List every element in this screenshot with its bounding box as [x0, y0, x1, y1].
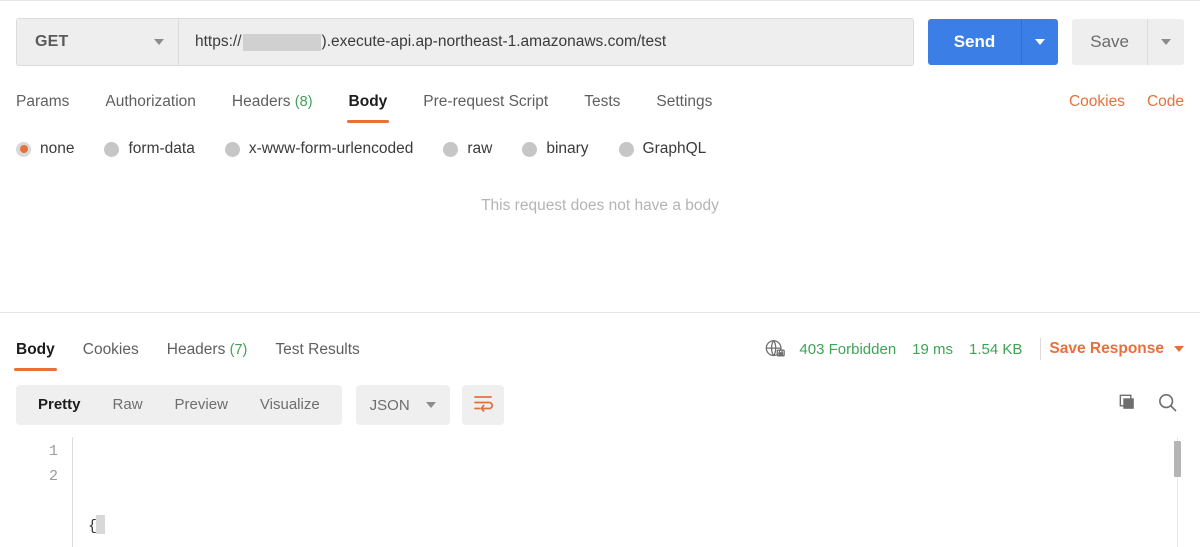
view-mode-raw[interactable]: Raw — [97, 385, 159, 425]
save-button[interactable]: Save — [1072, 19, 1148, 65]
tab-label: Settings — [656, 93, 713, 110]
response-headers-count-badge: (7) — [229, 342, 248, 358]
body-type-form-data[interactable]: form-data — [104, 140, 195, 158]
request-tab-bar: Params Authorization Headers (8) Body Pr… — [0, 77, 1200, 123]
word-wrap-icon — [472, 393, 494, 418]
response-body-code[interactable]: { "message": "Authorization header requi… — [72, 431, 1200, 547]
line-number-gutter: 1 2 — [0, 431, 72, 547]
response-time: 19 ms — [912, 340, 954, 358]
tab-label: Headers — [231, 93, 291, 110]
http-method-label: GET — [35, 33, 69, 50]
body-type-radio-group: none form-data x-www-form-urlencoded raw… — [0, 127, 1200, 171]
tab-headers[interactable]: Headers (8) — [232, 93, 313, 123]
tab-label: Body — [348, 93, 388, 110]
redacted-block — [242, 33, 321, 51]
response-tab-cookies[interactable]: Cookies — [83, 341, 139, 371]
save-button-group: Save — [1072, 19, 1184, 65]
search-button[interactable] — [1150, 388, 1184, 422]
view-mode-preview[interactable]: Preview — [159, 385, 244, 425]
body-type-raw[interactable]: raw — [443, 140, 492, 158]
fold-rail — [72, 437, 73, 547]
line-number: 1 — [48, 443, 58, 460]
body-type-graphql[interactable]: GraphQL — [618, 140, 707, 158]
radio-label: none — [40, 140, 75, 157]
view-mode-visualize[interactable]: Visualize — [244, 385, 336, 425]
radio-label: x-www-form-urlencoded — [248, 140, 414, 157]
globe-lock-icon — [764, 338, 786, 360]
chevron-down-icon — [154, 39, 164, 45]
radio-label: GraphQL — [642, 140, 707, 157]
empty-body-message: This request does not have a body — [481, 197, 719, 214]
line-number: 2 — [48, 468, 58, 485]
cookies-link[interactable]: Cookies — [1069, 93, 1125, 123]
tab-pre-request-script[interactable]: Pre-request Script — [423, 93, 548, 123]
tab-authorization[interactable]: Authorization — [105, 93, 195, 123]
chevron-down-icon — [1174, 346, 1184, 352]
http-method-select[interactable]: GET — [17, 19, 179, 65]
response-tab-body[interactable]: Body — [14, 341, 57, 371]
body-type-x-www-form-urlencoded[interactable]: x-www-form-urlencoded — [224, 140, 414, 158]
send-button[interactable]: Send — [927, 19, 1023, 65]
radio-label: raw — [467, 140, 493, 157]
copy-icon — [1117, 392, 1138, 418]
url-input[interactable]: https:// ).execute-api.ap-northeast-1.ama… — [179, 19, 913, 65]
tab-settings[interactable]: Settings — [656, 93, 712, 123]
tab-body[interactable]: Body — [346, 93, 390, 123]
tab-label: Headers — [166, 341, 226, 358]
method-and-url-group: GET https:// ).execute-api.ap-northeast-1… — [16, 18, 914, 66]
save-response-label: Save Response — [1049, 340, 1164, 357]
save-response-button[interactable]: Save Response — [1049, 340, 1184, 358]
view-mode-pretty[interactable]: Pretty — [22, 385, 97, 425]
body-type-none[interactable]: none — [16, 140, 74, 158]
tab-label: Authorization — [105, 93, 196, 110]
word-wrap-button[interactable] — [461, 385, 504, 425]
radio-icon — [522, 141, 538, 157]
tab-label: Test Results — [275, 341, 360, 358]
response-meta-group: 403 Forbidden 19 ms 1.54 KB Save Respons… — [764, 338, 1184, 371]
response-format-select[interactable]: JSON — [355, 385, 450, 425]
chevron-down-icon — [1161, 39, 1171, 45]
radio-icon — [443, 141, 459, 157]
tab-label: Params — [16, 93, 70, 110]
status-badge: 403 Forbidden — [799, 340, 897, 358]
response-tab-headers[interactable]: Headers (7) — [167, 341, 248, 371]
tab-label: Cookies — [82, 341, 139, 358]
response-tab-test-results[interactable]: Test Results — [275, 341, 359, 371]
response-scrollbar-thumb[interactable] — [1174, 441, 1181, 477]
send-button-group: Send — [927, 19, 1059, 65]
search-icon — [1157, 392, 1178, 418]
radio-icon — [16, 141, 31, 157]
radio-icon — [224, 141, 240, 157]
url-suffix: ).execute-api.ap-northeast-1.amazonaws.c… — [321, 33, 667, 50]
send-options-button[interactable] — [1022, 19, 1059, 65]
tab-label: Tests — [584, 93, 621, 110]
tab-tests[interactable]: Tests — [584, 93, 620, 123]
tab-params[interactable]: Params — [16, 93, 69, 123]
radio-label: form-data — [128, 140, 195, 157]
radio-icon — [618, 141, 634, 157]
tab-label: Body — [16, 341, 55, 358]
url-prefix: https:// — [195, 33, 242, 50]
postman-app-window: GET https:// ).execute-api.ap-northeast-1… — [0, 0, 1200, 547]
body-type-binary[interactable]: binary — [522, 140, 589, 158]
save-options-button[interactable] — [1148, 19, 1184, 65]
response-body-viewer[interactable]: 1 2 { "message": "Authorization header r… — [0, 431, 1200, 547]
url-bar-row: GET https:// ).execute-api.ap-northeast-1… — [0, 1, 1200, 66]
view-mode-group: Pretty Raw Preview Visualize — [16, 385, 342, 425]
response-format-label: JSON — [369, 396, 410, 414]
response-view-toolbar: Pretty Raw Preview Visualize JSON — [0, 383, 1200, 427]
copy-button[interactable] — [1110, 388, 1144, 422]
response-header: Body Cookies Headers (7) Test Results 40… — [0, 313, 1200, 371]
meta-divider — [1040, 338, 1042, 360]
code-line-1: { — [72, 514, 1200, 539]
headers-count-badge: (8) — [294, 94, 313, 110]
chevron-down-icon — [425, 402, 436, 408]
chevron-down-icon — [1035, 39, 1046, 45]
text-cursor — [96, 515, 106, 534]
radio-label: binary — [546, 140, 589, 157]
tab-label: Pre-request Script — [423, 93, 549, 110]
radio-icon — [104, 141, 120, 157]
response-size: 1.54 KB — [969, 340, 1023, 358]
code-link[interactable]: Code — [1147, 93, 1184, 123]
